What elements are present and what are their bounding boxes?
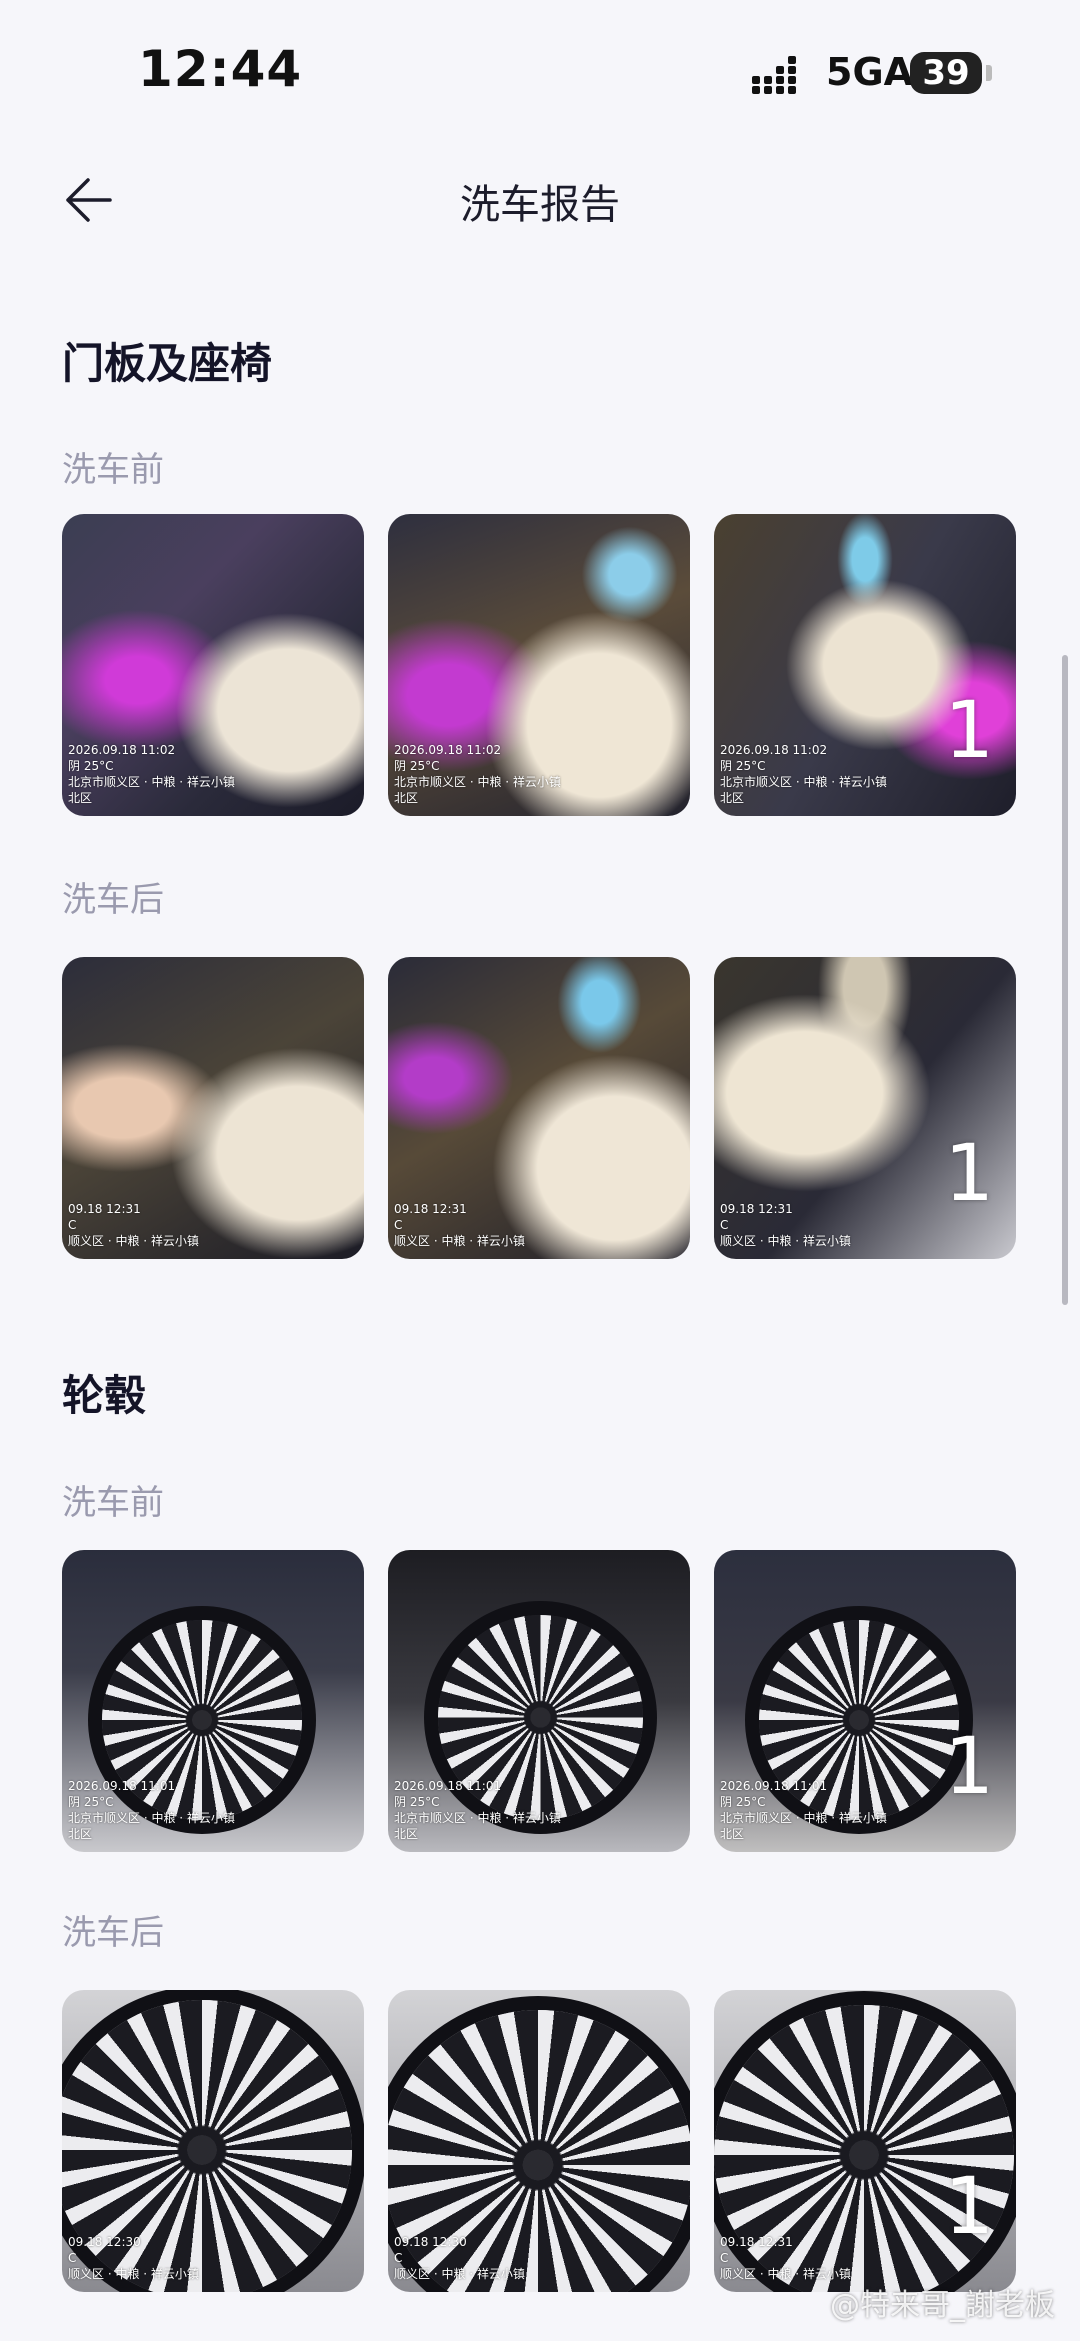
photo-timestamp: 2026.09.18 11:02 阴 25°C 北京市顺义区 · 中粮 · 祥云… — [720, 743, 887, 805]
photo-thumbnail[interactable]: 2026.09.18 11:02 阴 25°C 北京市顺义区 · 中粮 · 祥云… — [62, 514, 364, 816]
signal-strength-icon — [752, 56, 796, 94]
more-photos-count: 1 — [944, 686, 994, 776]
group-label-before: 洗车前 — [62, 450, 164, 490]
more-photos-count: 1 — [944, 1722, 994, 1812]
battery-tip — [986, 65, 992, 81]
photo-timestamp: 2026.09.18 11:01 阴 25°C 北京市顺义区 · 中粮 · 祥云… — [68, 1779, 235, 1841]
more-photos-count: 1 — [944, 1129, 994, 1219]
watermark: @特来哥_謝老板 — [830, 2288, 1055, 2323]
photo-timestamp: 09.18 12:31 C 顺义区 · 中粮 · 祥云小镇 — [720, 1202, 851, 1248]
status-bar: 12:44 5GA 39 — [0, 0, 1080, 130]
group-label-before: 洗车前 — [62, 1483, 164, 1523]
photo-timestamp: 2026.09.18 11:02 阴 25°C 北京市顺义区 · 中粮 · 祥云… — [68, 743, 235, 805]
photo-thumbnail[interactable]: 09.18 12:30 C 顺义区 · 中粮 · 祥云小镇 — [388, 1990, 690, 2292]
nav-bar: 洗车报告 — [0, 150, 1080, 260]
section-title-wheels: 轮毂 — [62, 1371, 147, 1420]
photo-timestamp: 09.18 12:31 C 顺义区 · 中粮 · 祥云小镇 — [720, 2235, 851, 2281]
photo-timestamp: 09.18 12:31 C 顺义区 · 中粮 · 祥云小镇 — [394, 1202, 525, 1248]
photo-thumbnail[interactable]: 09.18 12:31 C 顺义区 · 中粮 · 祥云小镇 — [62, 957, 364, 1259]
photo-thumbnail[interactable]: 2026.09.18 11:01 阴 25°C 北京市顺义区 · 中粮 · 祥云… — [714, 1550, 1016, 1852]
photo-timestamp: 2026.09.18 11:01 阴 25°C 北京市顺义区 · 中粮 · 祥云… — [720, 1779, 887, 1841]
more-photos-count: 1 — [944, 2162, 994, 2252]
battery-level: 39 — [922, 53, 970, 93]
battery-icon: 39 — [910, 52, 982, 94]
photo-thumbnail[interactable]: 09.18 12:31 C 顺义区 · 中粮 · 祥云小镇 1 — [714, 1990, 1016, 2292]
group-label-after: 洗车后 — [62, 880, 164, 920]
photo-thumbnail[interactable]: 09.18 12:30 C 顺义区 · 中粮 · 祥云小镇 — [62, 1990, 364, 2292]
section-title-doors-seats: 门板及座椅 — [62, 339, 273, 388]
back-arrow-icon[interactable] — [56, 170, 116, 230]
group-label-after: 洗车后 — [62, 1913, 164, 1953]
status-time: 12:44 — [138, 40, 303, 98]
photo-timestamp: 2026.09.18 11:02 阴 25°C 北京市顺义区 · 中粮 · 祥云… — [394, 743, 561, 805]
photo-thumbnail[interactable]: 2026.09.18 11:01 阴 25°C 北京市顺义区 · 中粮 · 祥云… — [62, 1550, 364, 1852]
photo-timestamp: 09.18 12:31 C 顺义区 · 中粮 · 祥云小镇 — [68, 1202, 199, 1248]
photo-thumbnail[interactable]: 2026.09.18 11:02 阴 25°C 北京市顺义区 · 中粮 · 祥云… — [388, 514, 690, 816]
photo-thumbnail[interactable]: 09.18 12:31 C 顺义区 · 中粮 · 祥云小镇 1 — [714, 957, 1016, 1259]
photo-timestamp: 09.18 12:30 C 顺义区 · 中粮 · 祥云小镇 — [68, 2235, 199, 2281]
network-type: 5GA — [826, 50, 914, 94]
photo-timestamp: 2026.09.18 11:01 阴 25°C 北京市顺义区 · 中粮 · 祥云… — [394, 1779, 561, 1841]
page-title: 洗车报告 — [460, 182, 620, 228]
photo-thumbnail[interactable]: 2026.09.18 11:02 阴 25°C 北京市顺义区 · 中粮 · 祥云… — [714, 514, 1016, 816]
photo-thumbnail[interactable]: 2026.09.18 11:01 阴 25°C 北京市顺义区 · 中粮 · 祥云… — [388, 1550, 690, 1852]
photo-timestamp: 09.18 12:30 C 顺义区 · 中粮 · 祥云小镇 — [394, 2235, 525, 2281]
photo-thumbnail[interactable]: 09.18 12:31 C 顺义区 · 中粮 · 祥云小镇 — [388, 957, 690, 1259]
scrollbar[interactable] — [1062, 655, 1068, 1305]
